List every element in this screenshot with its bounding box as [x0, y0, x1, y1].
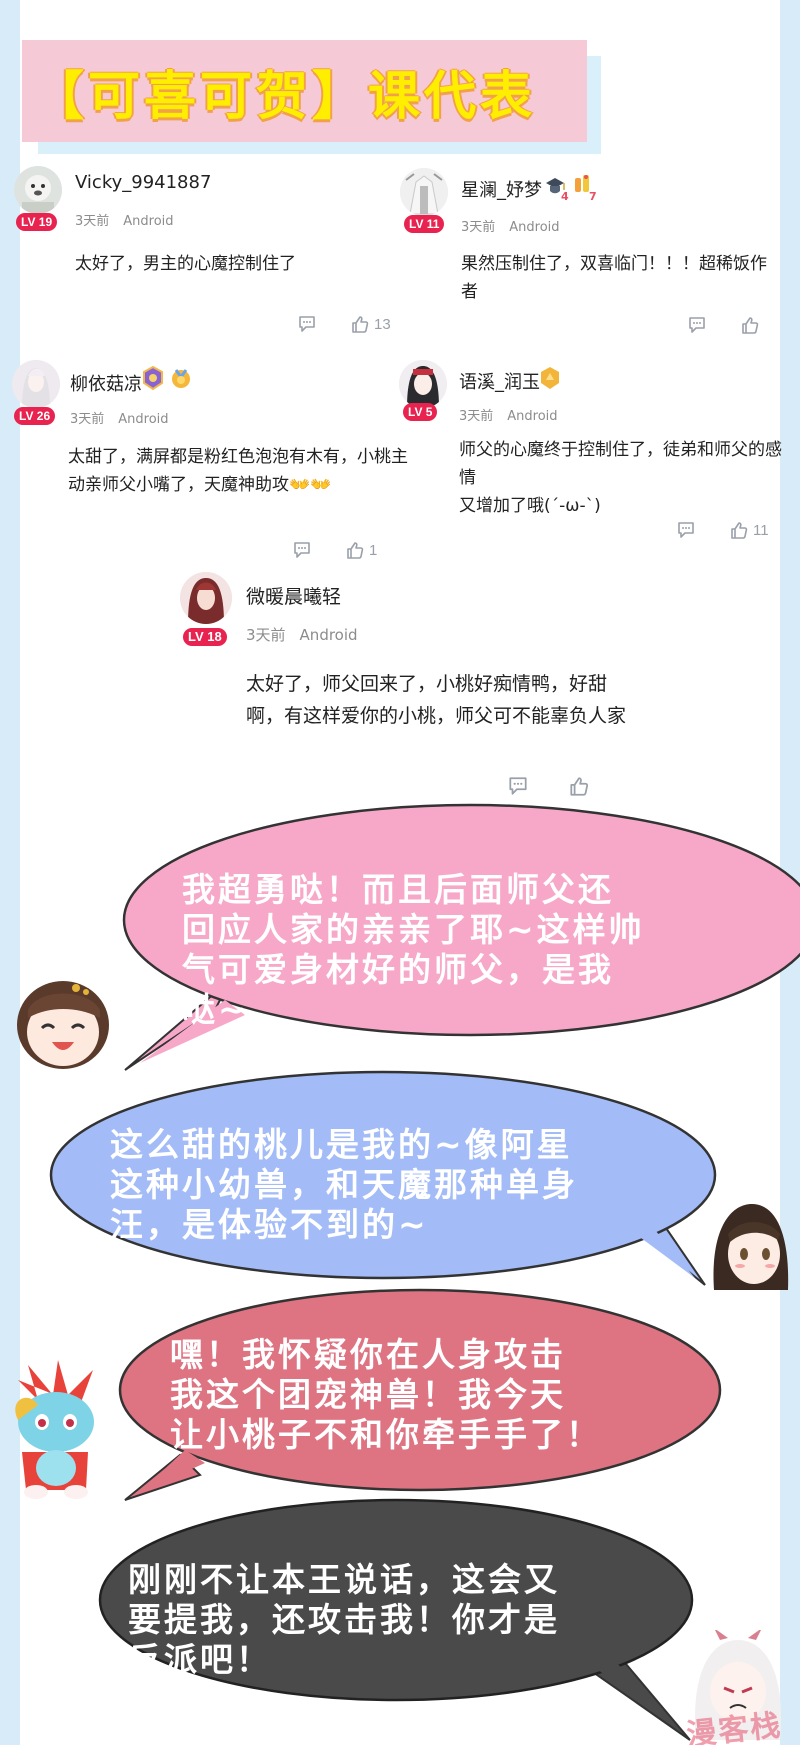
thumbs-up-icon — [570, 777, 589, 796]
platform: Android — [299, 626, 358, 644]
comment-meta: 3天前 Android — [461, 216, 560, 235]
beast-character — [8, 1360, 103, 1504]
timestamp: 3天前 — [70, 412, 105, 427]
comment-text-line: 又增加了哦(´-ω-`) — [459, 496, 601, 516]
thumbs-up-icon — [742, 317, 759, 334]
reply-button[interactable] — [676, 520, 696, 540]
bubble-line: 这种小幼兽，和天魔那种单身 — [110, 1165, 578, 1204]
like-button[interactable] — [740, 315, 764, 335]
bubble-line: 让小桃子不和你牵手手了！ — [170, 1415, 602, 1454]
bubble-line: 气可爱身材好的师父，是我 — [182, 950, 614, 989]
bubble-line: 哒~ — [182, 990, 249, 1029]
level-badge: LV 5 — [403, 403, 438, 421]
level-badge: LV 19 — [16, 213, 58, 231]
username[interactable]: 星澜_妤梦 — [461, 176, 542, 202]
platform: Android — [507, 409, 558, 424]
comment-text-line: 啊，有这样爱你的小桃，师父可不能辜负人家 — [246, 705, 627, 727]
bubble-line: 刚刚不让本王说话，这会又 — [128, 1560, 560, 1599]
medal-icon — [169, 366, 193, 390]
timestamp: 3天前 — [246, 626, 286, 644]
medal-count: 4 — [561, 190, 569, 203]
level-badge: LV 11 — [404, 215, 445, 233]
reply-button[interactable] — [507, 775, 529, 797]
comment-meta: 3天前 Android — [70, 408, 169, 427]
bubble-text: 这么甜的桃儿是我的~像阿星 这种小幼兽，和天魔那种单身 汪，是体验不到的~ — [110, 1125, 578, 1245]
bubble-text: 刚刚不让本王说话，这会又 要提我，还攻击我！你才是 反派吧！ — [128, 1560, 560, 1680]
avatar[interactable] — [14, 166, 62, 214]
username[interactable]: 语溪_润玉 — [459, 368, 540, 394]
comment-text: 果然压制住了，双喜临门！！！超稀饭作者 — [461, 254, 767, 302]
reply-button[interactable] — [297, 314, 317, 334]
comment-text: 师父的心魔终于控制住了，徒弟和师父的感情 又增加了哦(´-ω-`) — [459, 436, 789, 520]
platform: Android — [123, 214, 174, 229]
speech-bubble: 刚刚不让本王说话，这会又 要提我，还攻击我！你才是 反派吧！ — [0, 1498, 800, 1745]
comment-text: 太甜了，满屏都是粉红色泡泡有木有，小桃主 动亲师父小嘴了，天魔神助攻👐👐 — [68, 443, 408, 499]
username[interactable]: 微暖晨曦轻 — [246, 582, 341, 609]
comment-icon — [509, 777, 527, 795]
medal-count: 7 — [589, 190, 597, 203]
timestamp: 3天前 — [461, 220, 496, 235]
avatar[interactable] — [400, 168, 448, 216]
girl-face-icon — [17, 981, 109, 1069]
level-badge: LV 18 — [183, 628, 227, 646]
comment-text-line: 太好了，师父回来了，小桃好痴情鸭，好甜 — [246, 673, 608, 695]
avatar[interactable] — [180, 572, 232, 624]
comment-meta: 3天前 Android — [246, 624, 358, 645]
comment-meta: 3天前 Android — [75, 210, 174, 229]
comment-text: 太好了，师父回来了，小桃好痴情鸭，好甜 啊，有这样爱你的小桃，师父可不能辜负人家 — [246, 668, 666, 732]
bubble-text: 嘿！我怀疑你在人身攻击 我这个团宠神兽！我今天 让小桃子不和你牵手手了！ — [170, 1335, 602, 1455]
girl-character — [8, 970, 118, 1074]
badge-icon — [538, 366, 562, 390]
thumbs-up-icon — [352, 316, 369, 333]
comment-icon — [294, 542, 310, 558]
timestamp: 3天前 — [459, 409, 494, 424]
platform: Android — [509, 220, 560, 235]
like-button[interactable]: 11 — [729, 520, 769, 540]
dragon-beast-icon — [15, 1360, 94, 1499]
like-count: 1 — [369, 541, 378, 559]
username[interactable]: 柳依菇凉 — [70, 370, 142, 396]
comment-text-line: 动亲师父小嘴了，天魔神助攻👐👐 — [68, 475, 332, 495]
level-badge: LV 26 — [14, 407, 56, 425]
bubble-line: 回应人家的亲亲了耶~这样帅 — [182, 910, 645, 949]
bubble-line: 汪，是体验不到的~ — [110, 1205, 429, 1244]
speech-bubble: 我超勇哒！而且后面师父还 回应人家的亲亲了耶~这样帅 气可爱身材好的师父，是我 … — [0, 800, 800, 1080]
bubble-line: 这么甜的桃儿是我的~像阿星 — [110, 1125, 573, 1164]
platform: Android — [118, 412, 169, 427]
speech-bubble: 嘿！我怀疑你在人身攻击 我这个团宠神兽！我今天 让小桃子不和你牵手手了！ — [0, 1285, 800, 1505]
like-count: 11 — [753, 521, 769, 539]
avatar[interactable] — [12, 360, 60, 408]
comment-icon — [689, 317, 705, 333]
like-count: 13 — [374, 315, 391, 333]
reply-button[interactable] — [687, 315, 707, 335]
badge-icon — [141, 365, 165, 391]
thumbs-up-icon — [731, 522, 748, 539]
bubble-line: 反派吧！ — [128, 1640, 272, 1679]
avatar[interactable] — [399, 360, 447, 408]
bubble-line: 我超勇哒！而且后面师父还 — [182, 870, 614, 909]
page-title: 【可喜可贺】课代表 — [32, 66, 537, 127]
reply-button[interactable] — [292, 540, 312, 560]
bubble-line: 嘿！我怀疑你在人身攻击 — [170, 1335, 566, 1374]
bubble-line: 要提我，还攻击我！你才是 — [128, 1600, 560, 1639]
username[interactable]: Vicky_9941887 — [75, 172, 211, 193]
bubble-line: 我这个团宠神兽！我今天 — [170, 1375, 566, 1414]
comment-text-line: 太甜了，满屏都是粉红色泡泡有木有，小桃主 — [68, 447, 408, 467]
boy-face-icon — [713, 1204, 789, 1290]
comment-icon — [299, 316, 315, 332]
comment-icon — [678, 522, 694, 538]
like-button[interactable]: 1 — [345, 540, 377, 560]
timestamp: 3天前 — [75, 214, 110, 229]
comment-text-line: 师父的心魔终于控制住了，徒弟和师父的感情 — [459, 440, 782, 488]
like-button[interactable]: 13 — [350, 314, 391, 334]
comment-meta: 3天前 Android — [459, 405, 558, 424]
comment-text: 太好了，男主的心魔控制住了 — [75, 254, 296, 274]
like-button[interactable] — [568, 775, 594, 797]
thumbs-up-icon — [347, 542, 364, 559]
boy-character — [710, 1200, 790, 1294]
bubble-text: 我超勇哒！而且后面师父还 回应人家的亲亲了耶~这样帅 气可爱身材好的师父，是我 … — [182, 870, 645, 1030]
speech-bubble: 这么甜的桃儿是我的~像阿星 这种小幼兽，和天魔那种单身 汪，是体验不到的~ — [0, 1070, 800, 1300]
